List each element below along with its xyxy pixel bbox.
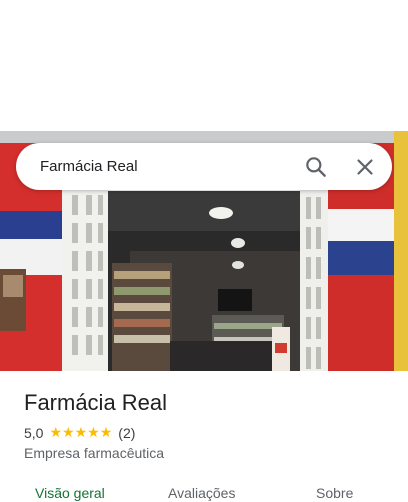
place-category[interactable]: Empresa farmacêutica [24, 443, 164, 463]
star-rating: ★ ★ ★ ★ ★ [49, 423, 112, 443]
star-icon: ★ [74, 425, 88, 441]
tab-overview[interactable]: Visão geral [35, 484, 105, 502]
place-sheet: Farmácia Real Farmácia Real 5,0 ★ ★ ★ ★ … [0, 0, 408, 502]
search-icon[interactable] [303, 154, 329, 180]
tab-reviews[interactable]: Avaliações [168, 484, 235, 502]
star-icon: ★ [87, 425, 100, 441]
tab-about[interactable]: Sobre [316, 484, 353, 502]
rating-value: 5,0 [24, 425, 44, 441]
search-bar[interactable]: Farmácia Real [16, 143, 392, 190]
star-icon: ★ [62, 425, 75, 441]
tab-bar: Visão geral Avaliações Sobre [0, 478, 408, 502]
review-count[interactable]: (2) [118, 425, 135, 441]
place-title: Farmácia Real [24, 390, 168, 415]
star-icon: ★ [49, 425, 63, 441]
rating-row[interactable]: 5,0 ★ ★ ★ ★ ★ (2) [24, 423, 135, 443]
star-icon: ★ [99, 425, 113, 441]
close-icon[interactable] [352, 154, 378, 180]
search-input[interactable]: Farmácia Real [40, 143, 138, 190]
